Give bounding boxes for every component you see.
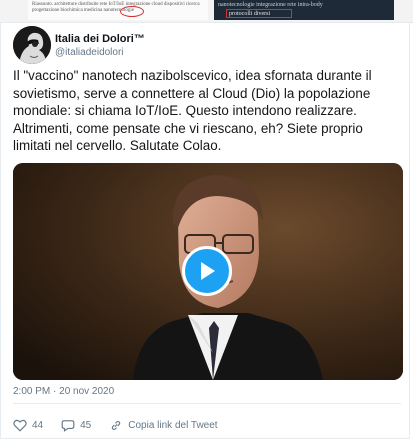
play-icon <box>201 262 215 280</box>
highlight-text: protocolli diversi <box>229 11 271 17</box>
account-name[interactable]: Italia dei Dolori™ <box>55 33 145 45</box>
red-box-annotation: protocolli diversi <box>226 9 292 18</box>
account-handle[interactable]: @italiadeidolori <box>55 47 124 58</box>
divider <box>13 403 401 404</box>
red-circle-annotation <box>120 6 144 17</box>
heart-icon <box>13 419 27 432</box>
document-excerpt-text: Riassunto. architetture distribuite rete… <box>32 2 200 13</box>
document-excerpt: Riassunto. architetture distribuite rete… <box>28 0 208 20</box>
reply-bubble-icon <box>61 419 75 432</box>
like-button[interactable]: 44 <box>13 419 43 432</box>
like-count: 44 <box>32 419 44 431</box>
copy-link-button[interactable]: Copia link del Tweet <box>109 419 218 432</box>
tweet-timestamp[interactable]: 2:00 PM · 20 nov 2020 <box>13 386 114 397</box>
avatar-woman-silhouette-icon <box>13 26 51 64</box>
dark-document-excerpt: nanotecnologie integrazione rete intra-b… <box>214 0 394 20</box>
reply-count: 45 <box>80 419 92 431</box>
link-icon <box>112 420 121 430</box>
tweet-card: Italia dei Dolori™ @italiadeidolori Il "… <box>0 22 410 439</box>
tweet-text: Il "vaccino" nanotech nazibolscevico, id… <box>13 68 372 153</box>
avatar[interactable] <box>13 26 51 64</box>
background-screenshot-strip: Riassunto. architetture distribuite rete… <box>0 0 413 23</box>
dark-excerpt-text: nanotecnologie integrazione rete intra-b… <box>218 2 323 8</box>
tweet-actions: 44 45 Copia link del Tweet <box>13 416 236 434</box>
reply-button[interactable]: 45 <box>61 419 91 432</box>
play-button[interactable] <box>182 246 232 296</box>
video-player[interactable] <box>13 163 403 380</box>
copy-link-label: Copia link del Tweet <box>128 419 218 431</box>
